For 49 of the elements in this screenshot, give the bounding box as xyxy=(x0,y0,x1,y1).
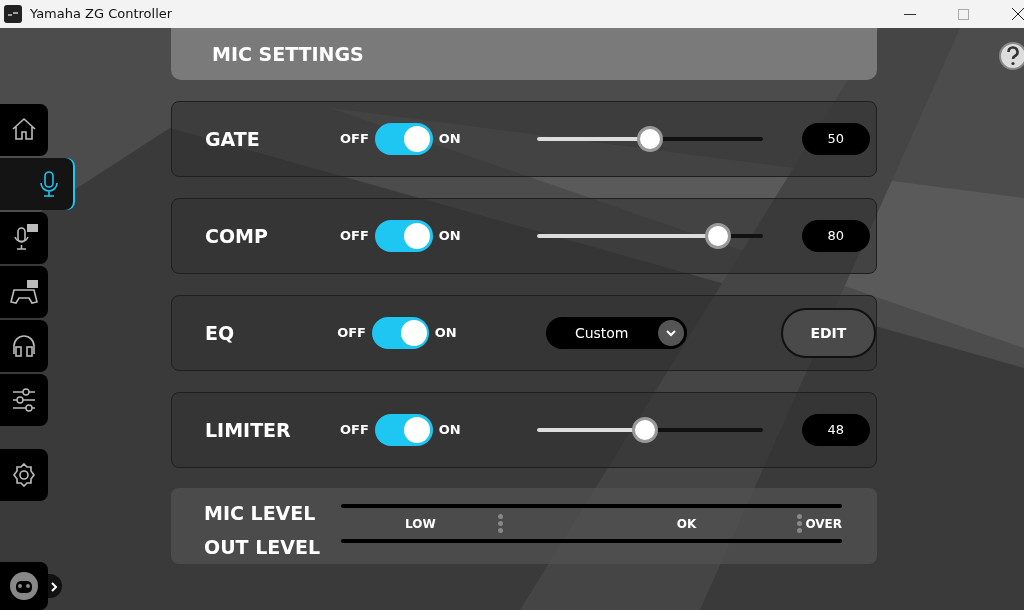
sidebar-tab[interactable] xyxy=(0,266,48,318)
sidebar-tab[interactable] xyxy=(0,374,48,426)
headphones-icon xyxy=(10,332,38,360)
meter-label: OUT LEVEL xyxy=(204,535,322,560)
divider-dots xyxy=(497,514,503,533)
sidebar-tab[interactable] xyxy=(0,212,48,264)
sidebar-tab[interactable] xyxy=(0,320,48,372)
scale-label: LOW xyxy=(405,515,436,533)
on-label: ON xyxy=(438,421,461,440)
sidebar-tab[interactable] xyxy=(0,158,75,210)
section-title: MIC SETTINGS xyxy=(212,41,364,67)
chevron-right-icon xyxy=(51,581,59,592)
app-logo-icon xyxy=(4,5,22,23)
scale-label: OK xyxy=(676,515,697,533)
setting-label: EQ xyxy=(204,320,236,346)
toggle-switch[interactable] xyxy=(374,414,433,446)
gear-icon xyxy=(10,461,38,489)
setting-label: GATE xyxy=(204,126,261,152)
value-display: 80 xyxy=(801,220,870,252)
window-title: Yamaha ZG Controller xyxy=(30,5,173,24)
preset-dropdown[interactable]: Custom xyxy=(545,317,687,349)
value-display: 48 xyxy=(801,414,870,446)
off-label: OFF xyxy=(340,130,369,149)
sidebar-tab[interactable] xyxy=(0,104,48,156)
minimize-icon[interactable] xyxy=(904,13,916,15)
chevron-down-icon xyxy=(657,320,684,346)
setting-label: LIMITER xyxy=(204,417,292,443)
meter-label: MIC LEVEL xyxy=(204,501,317,526)
value-display: 50 xyxy=(801,123,870,155)
on-label: ON xyxy=(438,130,461,149)
divider-dots xyxy=(797,514,803,533)
robot-avatar-icon xyxy=(8,570,40,602)
edit-button[interactable]: EDIT xyxy=(780,308,876,358)
profile-button[interactable] xyxy=(0,562,48,610)
off-label: OFF xyxy=(340,227,369,246)
on-label: ON xyxy=(438,227,461,246)
gamepad-fx-icon xyxy=(10,278,38,306)
scale-label: OVER xyxy=(805,515,842,533)
off-label: OFF xyxy=(340,421,369,440)
toggle-switch[interactable] xyxy=(371,317,429,349)
sidebar-tab[interactable] xyxy=(0,449,48,501)
off-label: OFF xyxy=(337,324,366,343)
on-label: ON xyxy=(434,324,457,343)
close-icon[interactable] xyxy=(1012,8,1024,20)
help-icon[interactable] xyxy=(998,41,1024,71)
expand-button[interactable] xyxy=(48,574,62,598)
toggle-switch[interactable] xyxy=(374,220,433,252)
sliders-icon xyxy=(10,386,38,414)
setting-label: COMP xyxy=(204,223,269,249)
